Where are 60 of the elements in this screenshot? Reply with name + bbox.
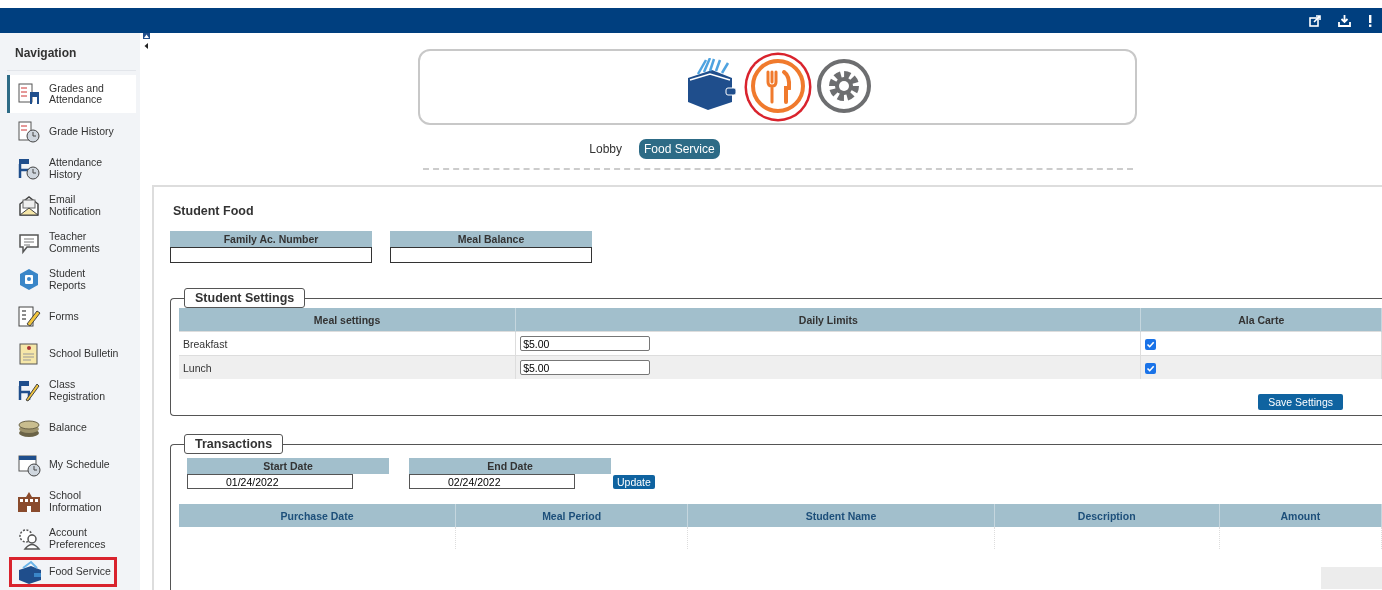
nav-item[interactable]: Email Notification — [7, 187, 136, 224]
group-legend: Student Settings — [184, 288, 306, 308]
column-header: Purchase Date — [179, 504, 456, 527]
input-field[interactable] — [170, 247, 372, 263]
tab[interactable]: Lobby — [584, 139, 627, 159]
nav-item[interactable]: Grades and Attendance — [7, 75, 136, 113]
section-title: Student Food — [173, 204, 254, 218]
nav-item[interactable]: Balance — [7, 409, 136, 446]
table-cell: Lunch — [179, 355, 516, 379]
alert-icon[interactable] — [1368, 14, 1372, 27]
notepad-icon — [17, 341, 41, 366]
gear-person-icon — [17, 526, 41, 551]
column-header: Student Name — [687, 504, 995, 527]
limit-field[interactable]: $5.00 — [520, 336, 651, 351]
checkbox[interactable] — [1145, 362, 1157, 374]
limit-field[interactable]: $5.00 — [520, 360, 651, 375]
checklist-chair-icon — [17, 82, 41, 106]
external-link-icon[interactable] — [1309, 14, 1321, 27]
checkbox[interactable] — [1145, 338, 1157, 350]
nav-item[interactable]: School Bulletin — [7, 335, 136, 372]
input-field[interactable] — [390, 247, 592, 263]
column-header: Meal settings — [179, 308, 516, 332]
sidebar-title: Navigation — [7, 33, 136, 71]
tab[interactable]: Food Service — [639, 139, 720, 159]
download-icon[interactable] — [1338, 14, 1351, 27]
calendar-clock-icon — [17, 452, 41, 477]
field-header: Start Date — [187, 458, 389, 474]
nav-item[interactable]: Account Preferences — [7, 520, 136, 557]
field-header: Meal Balance — [390, 231, 592, 247]
envelope-icon — [17, 193, 41, 218]
chair-clock-icon — [17, 156, 41, 181]
nav-item[interactable]: Food Service — [9, 557, 117, 587]
caret-up-icon[interactable] — [143, 33, 150, 39]
column-header: Amount — [1219, 504, 1382, 527]
nav-item[interactable]: Attendance History — [7, 150, 136, 187]
group-legend: Transactions — [184, 434, 284, 454]
wallet-icon — [17, 560, 41, 584]
chair-pencil-icon — [17, 378, 41, 403]
column-header: Description — [994, 504, 1220, 527]
caret-left-icon[interactable] — [143, 42, 150, 50]
nav-item[interactable]: Class Registration — [7, 372, 136, 409]
field-header: End Date — [409, 458, 611, 474]
nav-item[interactable]: Grade History — [7, 113, 136, 150]
field-header: Family Ac. Number — [170, 231, 372, 247]
nav-item[interactable]: School Information — [7, 483, 136, 520]
nav-item[interactable]: Forms — [7, 298, 136, 335]
hexagon-badge-icon — [17, 267, 41, 292]
checklist-clock-icon — [17, 119, 41, 144]
save-settings-button[interactable]: Save Settings — [1258, 394, 1343, 410]
column-header: Daily Limits — [515, 308, 1141, 332]
date-field[interactable]: 01/24/2022 — [187, 474, 353, 489]
nav-item[interactable]: My Schedule — [7, 446, 136, 483]
column-header: Ala Carte — [1141, 308, 1382, 332]
nav-item[interactable]: Student Reports — [7, 261, 136, 298]
date-field[interactable]: 02/24/2022 — [409, 474, 575, 489]
settings-icon[interactable] — [815, 58, 872, 114]
update-button[interactable]: Update — [613, 475, 655, 489]
nav-item[interactable]: Teacher Comments — [7, 224, 136, 261]
column-header: Meal Period — [455, 504, 688, 527]
checklist-pencil-icon — [17, 304, 41, 329]
